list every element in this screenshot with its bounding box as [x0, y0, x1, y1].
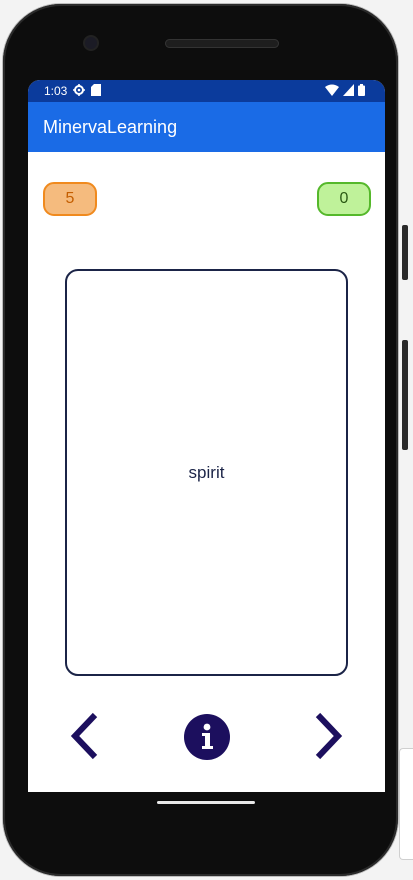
- wifi-icon: [325, 84, 339, 99]
- app-screen: 1:03 MinervaLearning 5 0 spirit: [28, 80, 385, 792]
- app-bar: MinervaLearning: [28, 102, 385, 152]
- app-title: MinervaLearning: [43, 116, 178, 137]
- front-camera: [85, 37, 97, 49]
- home-gesture-bar[interactable]: [157, 801, 255, 804]
- emulator-side-panel: [399, 748, 413, 860]
- known-count-badge: 0: [317, 182, 371, 216]
- next-button[interactable]: [312, 712, 344, 760]
- status-icons-right: [325, 84, 365, 99]
- info-button[interactable]: [184, 714, 230, 760]
- info-icon: [184, 714, 230, 760]
- battery-icon: [358, 84, 365, 99]
- chevron-right-icon: [315, 712, 343, 760]
- signal-icon: [343, 84, 354, 99]
- flashcard-word: spirit: [188, 462, 225, 482]
- settings-icon: [73, 83, 86, 99]
- previous-button[interactable]: [69, 712, 101, 760]
- remaining-count-badge: 5: [43, 182, 97, 216]
- volume-button: [402, 225, 408, 280]
- earpiece-speaker: [165, 39, 279, 48]
- phone-frame: 1:03 MinervaLearning 5 0 spirit: [3, 4, 398, 876]
- sd-card-icon: [91, 83, 102, 99]
- chevron-left-icon: [70, 712, 98, 760]
- status-time: 1:03: [44, 84, 68, 98]
- flashcard[interactable]: spirit: [65, 269, 348, 676]
- status-bar: 1:03: [28, 80, 385, 102]
- power-button: [402, 340, 408, 450]
